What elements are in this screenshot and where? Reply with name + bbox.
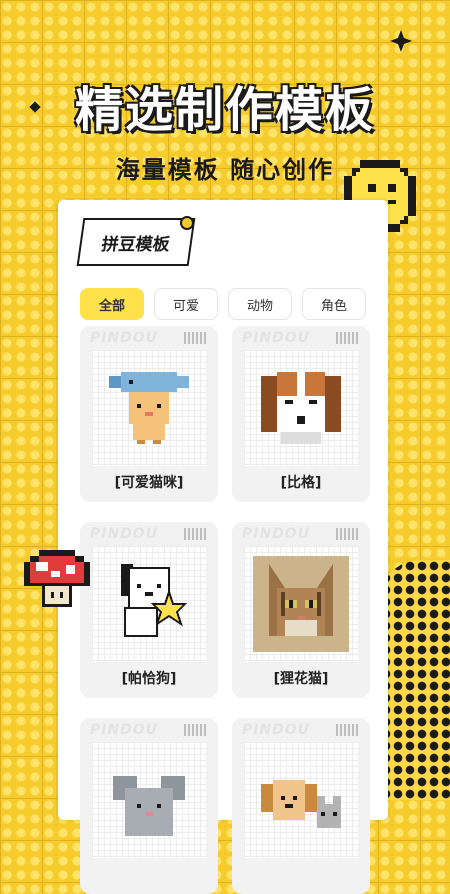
barcode-icon — [336, 332, 360, 344]
card-label: [比格] — [280, 475, 322, 491]
card-brand: PINDOU — [90, 722, 159, 738]
title-dot-decoration — [180, 216, 194, 230]
template-card-puppy-kitten[interactable]: PINDOU — [232, 718, 370, 894]
template-card-cute-cat[interactable]: PINDOU [可爱猫咪] — [80, 326, 218, 502]
beagle-dog-icon — [261, 372, 341, 444]
tab-all[interactable]: 全部 — [80, 288, 144, 320]
tab-characters[interactable]: 角色 — [302, 288, 366, 320]
pochacco-icon — [121, 564, 188, 638]
template-thumbnail — [92, 350, 206, 466]
template-grid: PINDOU [可爱猫咪] PINDOU [比格] PINDOU [帕恰狗] P… — [80, 326, 374, 894]
template-thumbnail — [244, 350, 358, 466]
card-brand: PINDOU — [242, 722, 311, 738]
template-card-beagle[interactable]: PINDOU [比格] — [232, 326, 370, 502]
tab-cute[interactable]: 可爱 — [154, 288, 218, 320]
template-thumbnail — [92, 546, 206, 662]
pixel-mushroom-icon — [24, 550, 90, 607]
card-label: [帕恰狗] — [121, 671, 177, 687]
template-thumbnail — [244, 742, 358, 858]
barcode-icon — [184, 332, 208, 344]
barcode-icon — [336, 724, 360, 736]
puppy-kitten-icon — [261, 780, 341, 828]
card-label: [可爱猫咪] — [114, 475, 184, 491]
template-card-pochacco[interactable]: PINDOU [帕恰狗] — [80, 522, 218, 698]
template-thumbnail — [244, 546, 358, 662]
category-tabs: 全部 可爱 动物 角色 — [80, 288, 366, 320]
barcode-icon — [184, 724, 208, 736]
gray-mouse-icon — [113, 776, 185, 836]
barcode-icon — [184, 528, 208, 540]
tabby-cat-icon — [253, 556, 349, 652]
card-brand: PINDOU — [242, 330, 311, 346]
panel-title: 拼豆模板 — [76, 218, 196, 266]
card-brand: PINDOU — [90, 526, 159, 542]
barcode-icon — [336, 528, 360, 540]
halftone-dots-decoration — [380, 560, 450, 800]
card-label: [狸花猫] — [273, 671, 329, 687]
template-thumbnail — [92, 742, 206, 858]
fish-hat-cat-icon — [109, 372, 189, 444]
sparkle-icon — [390, 30, 412, 52]
template-card-mouse[interactable]: PINDOU — [80, 718, 218, 894]
card-brand: PINDOU — [242, 526, 311, 542]
tab-animals[interactable]: 动物 — [228, 288, 292, 320]
template-panel: 拼豆模板 全部 可爱 动物 角色 PINDOU [可爱猫咪] PINDOU [比… — [58, 200, 388, 894]
card-brand: PINDOU — [90, 330, 159, 346]
template-card-tabby-cat[interactable]: PINDOU [狸花猫] — [232, 522, 370, 698]
promo-headline: 精选制作模板 — [74, 82, 375, 138]
